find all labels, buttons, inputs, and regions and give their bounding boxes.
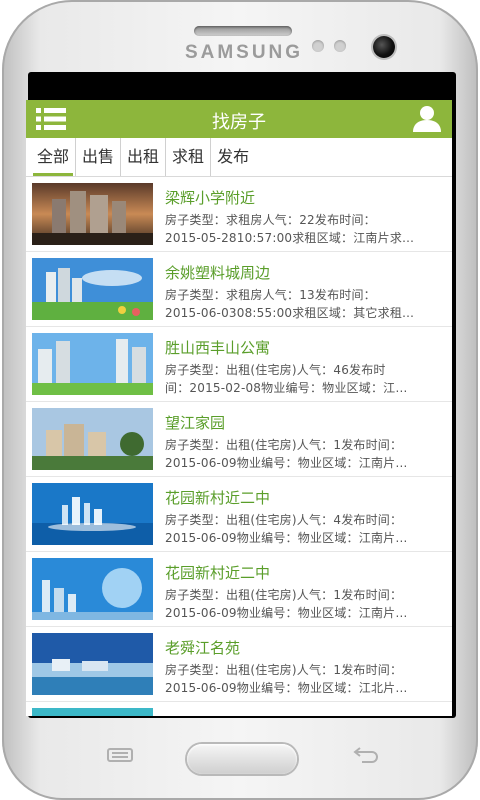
- user-profile-icon[interactable]: [412, 105, 442, 133]
- listing-details: 2015-06-09物业编号：物业区域：江南片…: [165, 456, 408, 470]
- listing-thumbnail: [32, 558, 153, 620]
- listing-details: 房子类型：出租(住宅房)人气：4发布时间：: [165, 513, 403, 527]
- tab-sell[interactable]: 出售: [76, 138, 122, 176]
- light-sensor: [334, 40, 346, 52]
- listing-item[interactable]: 老舜江名苑 房子类型：出租(住宅房)人气：1发布时间： 2015-06-09物业…: [26, 627, 452, 702]
- listing-title: 梁辉小学附近: [165, 189, 256, 207]
- listing-list: 梁辉小学附近 房子类型：求租房人气：22发布时间： 2015-05-2810:5…: [26, 177, 452, 716]
- listing-details: 2015-06-09物业编号：物业区域：江北片…: [165, 681, 408, 695]
- listing-title: 望江家园: [165, 414, 226, 432]
- listing-title: 余姚塑料城周边: [165, 264, 271, 282]
- back-key-icon[interactable]: [352, 744, 380, 764]
- tab-all[interactable]: 全部: [31, 138, 77, 176]
- tab-seek-rent[interactable]: 求租: [166, 138, 212, 176]
- listing-thumbnail: [32, 333, 153, 395]
- listing-details: 房子类型：出租(住宅房)人气：1发布时间：: [165, 663, 403, 677]
- listing-details: 房子类型：出租(住宅房)人气：46发布时: [165, 363, 386, 377]
- earpiece-speaker: [194, 26, 292, 36]
- front-camera: [373, 36, 395, 58]
- listing-details: 房子类型：求租房人气：13发布时间：: [165, 288, 376, 302]
- listing-details: 2015-05-2810:57:00求租区域：江南片求…: [165, 231, 415, 245]
- app-screen: 找房子 全部 出售 出租 求租 发布 梁辉小学附近 房子类型：求租房人气：22发…: [26, 100, 452, 716]
- listing-thumbnail: [32, 408, 153, 470]
- listing-title: 老舜江名苑: [165, 639, 241, 657]
- listing-details: 2015-06-09物业编号：物业区域：江南片…: [165, 531, 408, 545]
- listing-details: 房子类型：出租(住宅房)人气：1发布时间：: [165, 438, 403, 452]
- listing-details: 间：2015-02-08物业编号：物业区域：江…: [165, 381, 408, 395]
- listing-thumbnail: [32, 183, 153, 245]
- listing-item[interactable]: 胜山西丰山公寓 房子类型：出租(住宅房)人气：46发布时 间：2015-02-0…: [26, 327, 452, 402]
- listing-item[interactable]: 花园新村近二中 房子类型：出租(住宅房)人气：1发布时间： 2015-06-09…: [26, 552, 452, 627]
- listing-item[interactable]: 望江家园 房子类型：出租(住宅房)人气：1发布时间： 2015-06-09物业编…: [26, 402, 452, 477]
- listing-details: 2015-06-0308:55:00求租区域：其它求租…: [165, 306, 415, 320]
- listing-thumbnail: [32, 708, 153, 716]
- listing-title: 胜山西丰山公寓: [165, 339, 271, 357]
- listing-title: 花园新村近二中: [165, 564, 271, 582]
- listing-item[interactable]: 花园新村近二中 房子类型：出租(住宅房)人气：4发布时间： 2015-06-09…: [26, 477, 452, 552]
- app-header: 找房子: [26, 100, 452, 138]
- listing-item[interactable]: [26, 702, 452, 716]
- tab-publish[interactable]: 发布: [211, 138, 255, 176]
- listing-item[interactable]: 余姚塑料城周边 房子类型：求租房人气：13发布时间： 2015-06-0308:…: [26, 252, 452, 327]
- device-brand: SAMSUNG: [184, 42, 304, 63]
- tab-rent-out[interactable]: 出租: [121, 138, 167, 176]
- listing-thumbnail: [32, 633, 153, 695]
- listing-details: 房子类型：出租(住宅房)人气：1发布时间：: [165, 588, 403, 602]
- app-title: 找房子: [212, 112, 266, 133]
- listing-item[interactable]: 梁辉小学附近 房子类型：求租房人气：22发布时间： 2015-05-2810:5…: [26, 177, 452, 252]
- category-tabs: 全部 出售 出租 求租 发布: [26, 138, 452, 177]
- listing-details: 2015-06-09物业编号：物业区域：江南片…: [165, 606, 408, 620]
- listing-thumbnail: [32, 483, 153, 545]
- listing-thumbnail: [32, 258, 153, 320]
- proximity-sensor: [312, 40, 324, 52]
- listing-details: 房子类型：求租房人气：22发布时间：: [165, 213, 376, 227]
- home-button[interactable]: [187, 744, 297, 774]
- listing-title: 花园新村近二中: [165, 489, 271, 507]
- menu-key-icon[interactable]: [106, 748, 134, 762]
